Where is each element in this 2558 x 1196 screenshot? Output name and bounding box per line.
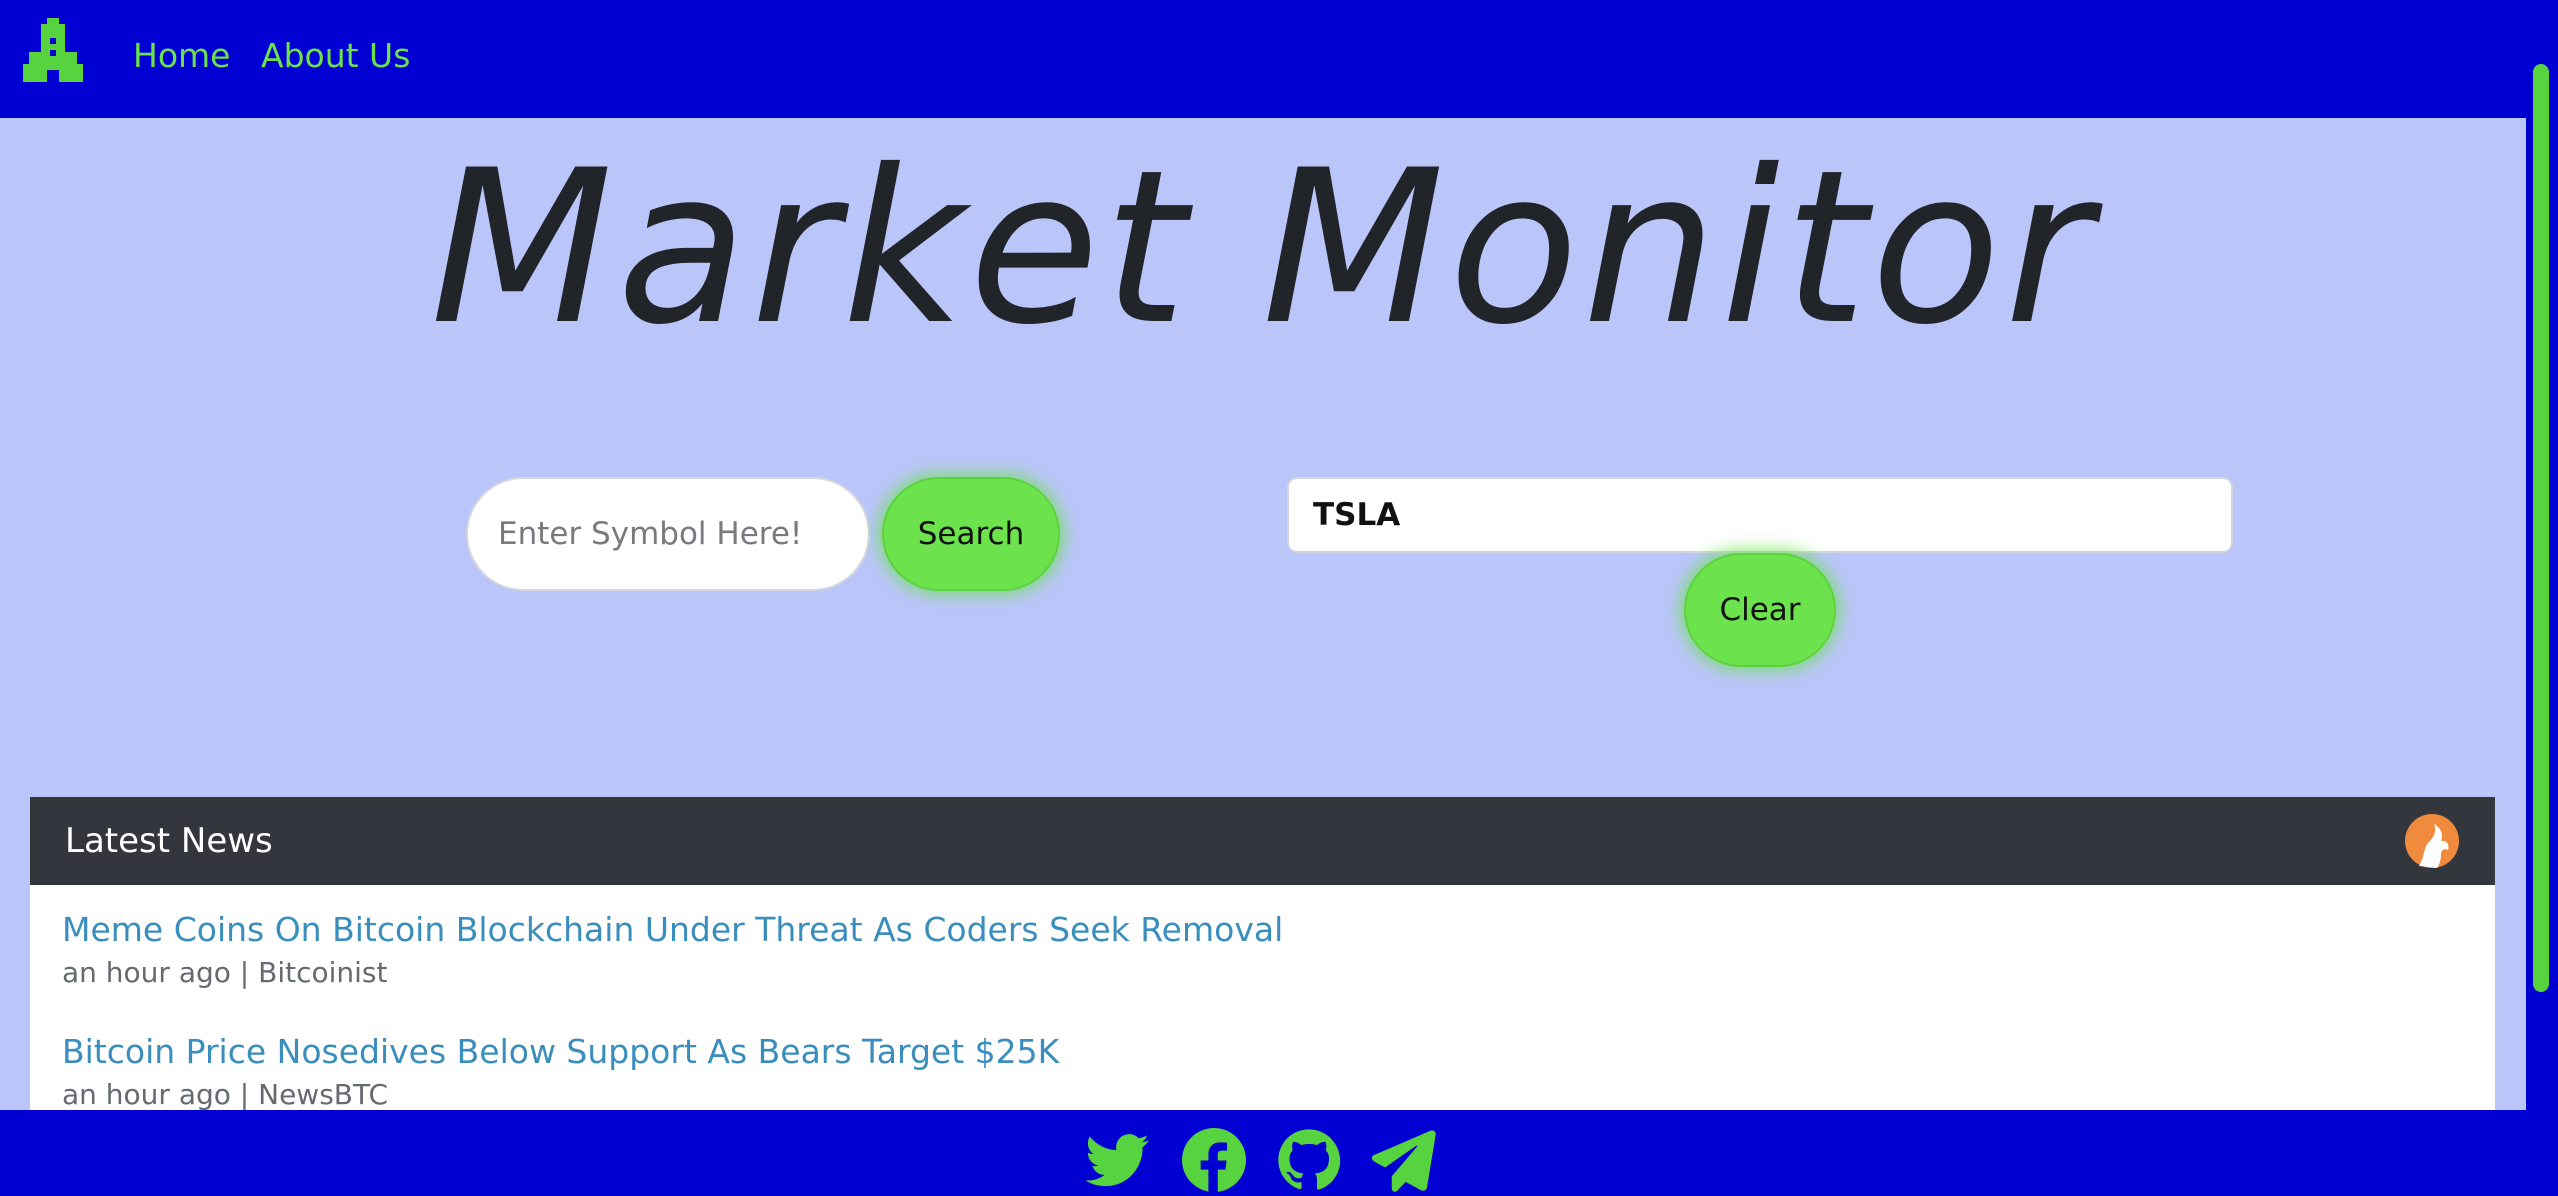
- provider-logo-icon: [2403, 812, 2461, 870]
- clear-button[interactable]: Clear: [1684, 553, 1836, 667]
- top-navbar: Home About Us: [0, 0, 2558, 118]
- news-title-link[interactable]: Meme Coins On Bitcoin Blockchain Under T…: [62, 907, 1283, 953]
- symbol-search-input[interactable]: [466, 477, 870, 591]
- news-meta: an hour ago | Bitcoinist: [62, 956, 388, 989]
- scrollbar-thumb[interactable]: [2533, 64, 2549, 992]
- news-card-header: Latest News: [30, 797, 2495, 885]
- twitter-icon[interactable]: [1086, 1128, 1150, 1192]
- news-list-item: Meme Coins On Bitcoin Blockchain Under T…: [62, 907, 1283, 993]
- news-meta: an hour ago | NewsBTC: [62, 1078, 389, 1111]
- nav-link-about-us[interactable]: About Us: [261, 34, 410, 78]
- nav-link-home[interactable]: Home: [133, 34, 230, 78]
- news-heading: Latest News: [65, 821, 273, 861]
- footer: [0, 1110, 2558, 1196]
- pixel-rocket-icon[interactable]: [20, 18, 86, 82]
- selected-symbol-field[interactable]: TSLA: [1287, 477, 2233, 553]
- facebook-icon[interactable]: [1182, 1128, 1246, 1192]
- page-title: Market Monitor: [430, 124, 2096, 371]
- news-title-link[interactable]: Bitcoin Price Nosedives Below Support As…: [62, 1029, 1059, 1075]
- telegram-icon[interactable]: [1372, 1128, 1436, 1192]
- news-list-item: Bitcoin Price Nosedives Below Support As…: [62, 1029, 1059, 1115]
- github-icon[interactable]: [1277, 1128, 1341, 1192]
- search-button[interactable]: Search: [882, 477, 1060, 591]
